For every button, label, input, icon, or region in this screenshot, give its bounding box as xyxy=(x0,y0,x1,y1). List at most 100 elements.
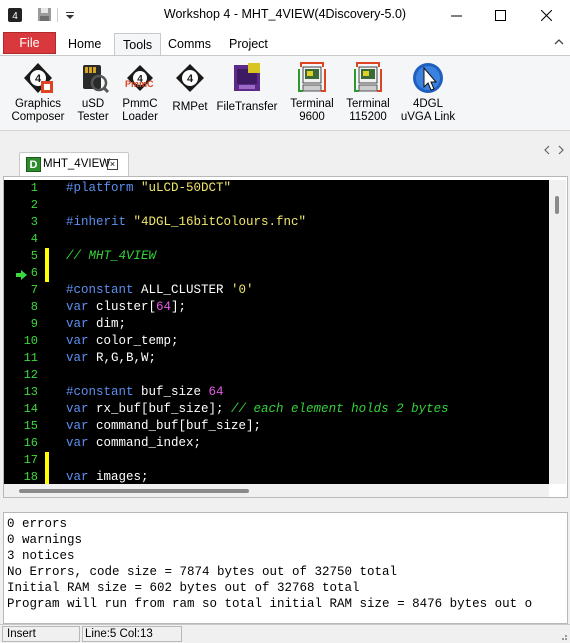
line-number: 8 xyxy=(30,300,38,314)
output-line: 3 notices xyxy=(7,549,75,563)
rmpet-button[interactable]: 4 RMPet xyxy=(168,59,212,129)
pmmc-badge: PmmC xyxy=(125,79,154,89)
ribbon-button-label: PmmC xyxy=(122,98,158,110)
line-number: 2 xyxy=(30,198,38,212)
status-bar: Insert Line:5 Col:13 xyxy=(0,624,570,643)
code-token: var xyxy=(66,436,97,450)
code-line: var cluster[64]; xyxy=(66,299,186,316)
4dgl-file-icon: D xyxy=(26,157,41,172)
editor-vertical-scrollbar[interactable] xyxy=(549,180,566,484)
minimize-icon xyxy=(450,15,462,16)
code-token: var xyxy=(66,317,97,331)
code-line: var R,G,B,W; xyxy=(66,350,156,367)
output-line: 0 errors xyxy=(7,517,68,531)
rmpet-icon: 4 xyxy=(176,64,204,92)
code-line: var dim; xyxy=(66,316,126,333)
current-line-arrow-icon xyxy=(16,270,27,280)
code-token: 64 xyxy=(156,300,172,314)
scrollbar-thumb[interactable] xyxy=(19,489,249,493)
code-token: #constant xyxy=(66,385,142,399)
close-tab-icon[interactable]: × xyxy=(107,159,118,170)
code-line: // MHT_4VIEW xyxy=(66,248,156,265)
code-line: var command_buf[buf_size]; xyxy=(66,418,261,435)
line-number: 1 xyxy=(30,181,38,195)
close-button[interactable] xyxy=(524,0,568,30)
ribbon-button-label: Composer xyxy=(11,111,65,123)
code-token: #inherit xyxy=(66,215,134,229)
line-number: 17 xyxy=(23,453,38,467)
code-token: command_buf[buf_size]; xyxy=(96,419,262,433)
code-line: var images; xyxy=(66,469,149,484)
tab-scroll-arrows-icon[interactable] xyxy=(544,145,564,155)
uvga-link-button[interactable]: 4DGL uVGA Link xyxy=(400,59,456,129)
line-number-gutter: 1 2 3 4 5 6 7 8 9 10 11 12 13 14 15 16 17 18 xyxy=(4,180,44,484)
tab-project[interactable]: Project xyxy=(221,33,276,55)
line-number: 12 xyxy=(23,368,38,382)
scrollbar-thumb[interactable] xyxy=(555,196,559,214)
insert-mode-indicator: Insert xyxy=(2,626,80,642)
ribbon-button-label: Loader xyxy=(122,111,158,123)
ribbon-button-label: Terminal xyxy=(290,98,334,110)
file-transfer-button[interactable]: FileTransfer xyxy=(216,59,278,129)
code-token: 64 xyxy=(208,385,224,399)
ribbon-button-label: uSD xyxy=(81,98,105,110)
line-number: 13 xyxy=(23,385,38,399)
ribbon-tab-bar: File Home Tools Comms Project xyxy=(0,30,570,56)
ribbon-button-label: 115200 xyxy=(349,111,387,123)
line-number: 7 xyxy=(30,283,38,297)
ribbon-button-label: RMPet xyxy=(172,101,208,113)
code-line: var color_temp; xyxy=(66,333,179,350)
code-token: var xyxy=(66,419,97,433)
compiler-output-panel[interactable]: 0 errors 0 warnings 3 notices No Errors,… xyxy=(3,512,568,624)
code-line: #platform "uLCD-50DCT" xyxy=(66,180,231,197)
minimize-button[interactable] xyxy=(434,0,478,30)
tab-tools[interactable]: Tools xyxy=(114,33,162,56)
code-line: #inherit "4DGL_16bitColours.fnc" xyxy=(66,214,306,231)
output-line: No Errors, code size = 7874 bytes out of… xyxy=(7,565,398,579)
svg-text:4: 4 xyxy=(187,73,194,85)
line-number: 15 xyxy=(23,419,38,433)
usd-tester-icon xyxy=(83,65,110,94)
code-line: var command_index; xyxy=(66,435,201,452)
svg-text:4: 4 xyxy=(35,73,42,85)
close-icon xyxy=(540,9,552,21)
resize-grip-icon[interactable] xyxy=(558,631,568,641)
code-token: ]; xyxy=(171,300,187,314)
code-token: // each element holds 2 bytes xyxy=(231,402,449,416)
line-number: 16 xyxy=(23,436,38,450)
code-token: "uLCD-50DCT" xyxy=(141,181,232,195)
pmmc-loader-icon: 4 xyxy=(127,65,153,91)
terminal-115200-button[interactable]: Terminal 115200 xyxy=(342,59,394,129)
editor-horizontal-scrollbar[interactable] xyxy=(4,484,549,497)
maximize-button[interactable] xyxy=(478,0,522,30)
graphics-composer-button[interactable]: 4 Graphics Composer xyxy=(10,59,66,129)
ribbon-button-label: 9600 xyxy=(299,111,325,123)
code-token: #constant xyxy=(66,283,142,297)
code-token: var xyxy=(66,300,97,314)
ribbon-button-label: Terminal xyxy=(346,98,390,110)
tab-file[interactable]: File xyxy=(3,32,56,54)
code-token: dim; xyxy=(96,317,127,331)
code-token: var xyxy=(66,402,97,416)
terminal-9600-button[interactable]: Terminal 9600 xyxy=(286,59,338,129)
line-number: 14 xyxy=(23,402,38,416)
file-transfer-icon xyxy=(234,63,260,91)
code-token: #platform xyxy=(66,181,142,195)
tab-comms[interactable]: Comms xyxy=(160,33,219,55)
tab-home[interactable]: Home xyxy=(60,33,109,55)
line-number: 18 xyxy=(23,470,38,484)
line-number: 11 xyxy=(23,351,38,365)
pmmc-loader-button[interactable]: 4 PmmC PmmC Loader xyxy=(117,59,163,129)
ribbon-button-label: FileTransfer xyxy=(216,101,278,113)
change-marker xyxy=(45,452,49,469)
code-editor[interactable]: 1 2 3 4 5 6 7 8 9 10 11 12 13 14 15 16 17 18 #platform "u… xyxy=(4,180,549,484)
line-number: 3 xyxy=(30,215,38,229)
line-number: 5 xyxy=(30,249,38,263)
usd-tester-button[interactable]: uSD Tester xyxy=(73,59,113,129)
document-tab[interactable]: D MHT_4VIEW × xyxy=(19,152,129,176)
ribbon-button-label: 4DGL xyxy=(412,98,444,110)
code-token: "4DGL_16bitColours.fnc" xyxy=(133,215,307,229)
code-line: #constant buf_size 64 xyxy=(66,384,224,401)
code-token: R,G,B,W; xyxy=(96,351,157,365)
collapse-ribbon-icon[interactable] xyxy=(554,37,564,47)
